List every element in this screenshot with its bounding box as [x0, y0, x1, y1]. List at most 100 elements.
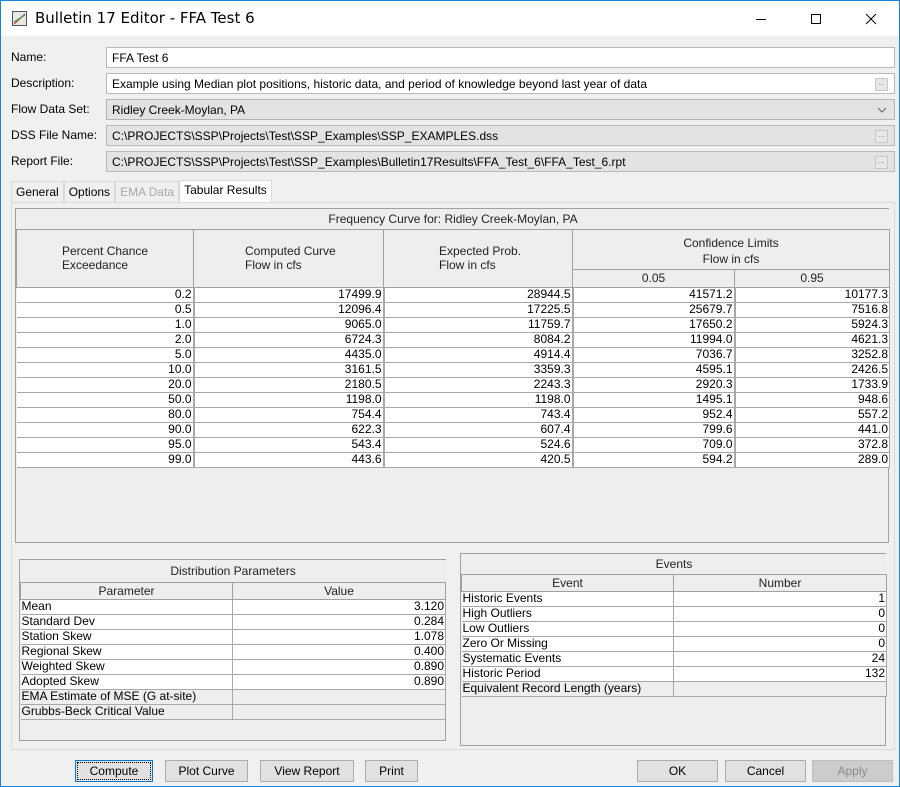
cell-cl-0-95[interactable]: 10177.3	[734, 287, 891, 303]
cell-cl-0-95[interactable]: 3252.8	[734, 347, 891, 363]
view-report-button[interactable]: View Report	[260, 760, 354, 782]
parameter-row-value[interactable]: 3.120	[232, 599, 447, 615]
cell-cl-0-95[interactable]: 372.8	[734, 437, 891, 453]
parameter-row-value[interactable]: 0.890	[232, 659, 447, 675]
cell-cl-0-05[interactable]: 799.6	[572, 422, 736, 438]
cell-pce[interactable]: 0.2	[16, 287, 195, 303]
event-row-value[interactable]: 24	[673, 651, 887, 667]
cell-computed-flow[interactable]: 6724.3	[193, 332, 385, 348]
cell-computed-flow[interactable]: 1198.0	[193, 392, 385, 408]
frequency-table-row[interactable]: 20.0 2180.5 2243.3 2920.3 1733.9	[16, 377, 891, 393]
parameter-row-value[interactable]: 0.400	[232, 644, 447, 660]
cancel-button[interactable]: Cancel	[725, 760, 806, 782]
frequency-table-row[interactable]: 80.0 754.4 743.4 952.4 557.2	[16, 407, 891, 423]
parameter-row[interactable]: Standard Dev 0.284	[20, 614, 447, 630]
cell-cl-0-95[interactable]: 1733.9	[734, 377, 891, 393]
cell-pce[interactable]: 95.0	[16, 437, 195, 453]
report-file-input[interactable]: C:\PROJECTS\SSP\Projects\Test\SSP_Exampl…	[106, 151, 895, 172]
header-value[interactable]: Value	[231, 581, 447, 600]
event-row-value[interactable]: 0	[673, 606, 887, 622]
event-row-value[interactable]: 0	[673, 621, 887, 637]
description-input[interactable]: Example using Median plot positions, his…	[106, 73, 895, 94]
cell-expected-flow[interactable]: 2243.3	[383, 377, 574, 393]
event-row-value[interactable]: 132	[673, 666, 887, 682]
plot-curve-button[interactable]: Plot Curve	[165, 760, 248, 782]
event-row-value[interactable]	[673, 681, 887, 697]
frequency-table-row[interactable]: 1.0 9065.0 11759.7 17650.2 5924.3	[16, 317, 891, 333]
cell-cl-0-95[interactable]: 2426.5	[734, 362, 891, 378]
cell-cl-0-05[interactable]: 7036.7	[572, 347, 736, 363]
cell-pce[interactable]: 80.0	[16, 407, 195, 423]
frequency-table-row[interactable]: 50.0 1198.0 1198.0 1495.1 948.6	[16, 392, 891, 408]
cell-pce[interactable]: 99.0	[16, 452, 195, 468]
parameter-row[interactable]: Weighted Skew 0.890	[20, 659, 447, 675]
header-parameter[interactable]: Parameter	[20, 581, 233, 600]
print-button[interactable]: Print	[365, 760, 418, 782]
event-row[interactable]: Low Outliers 0	[461, 621, 887, 637]
parameter-row[interactable]: Mean 3.120	[20, 599, 447, 615]
cell-pce[interactable]: 90.0	[16, 422, 195, 438]
frequency-table-row[interactable]: 2.0 6724.3 8084.2 11994.0 4621.3	[16, 332, 891, 348]
event-row[interactable]: Systematic Events 24	[461, 651, 887, 667]
parameter-row[interactable]: Regional Skew 0.400	[20, 644, 447, 660]
description-browse-button[interactable]: ...	[875, 78, 888, 91]
cell-pce[interactable]: 10.0	[16, 362, 195, 378]
cell-computed-flow[interactable]: 3161.5	[193, 362, 385, 378]
event-row[interactable]: Historic Events 1	[461, 591, 887, 607]
event-row-value[interactable]: 1	[673, 591, 887, 607]
cell-pce[interactable]: 1.0	[16, 317, 195, 333]
cell-computed-flow[interactable]: 754.4	[193, 407, 385, 423]
header-cl-0-05[interactable]: 0.05	[572, 269, 735, 288]
cell-computed-flow[interactable]: 543.4	[193, 437, 385, 453]
parameter-row[interactable]: Grubbs-Beck Critical Value	[20, 704, 447, 720]
minimize-button[interactable]	[738, 1, 784, 36]
frequency-table-row[interactable]: 90.0 622.3 607.4 799.6 441.0	[16, 422, 891, 438]
cell-pce[interactable]: 0.5	[16, 302, 195, 318]
ok-button[interactable]: OK	[637, 760, 718, 782]
cell-cl-0-05[interactable]: 594.2	[572, 452, 736, 468]
cell-computed-flow[interactable]: 9065.0	[193, 317, 385, 333]
tab-options[interactable]: Options	[63, 181, 116, 203]
cell-computed-flow[interactable]: 4435.0	[193, 347, 385, 363]
cell-cl-0-05[interactable]: 709.0	[572, 437, 736, 453]
cell-cl-0-05[interactable]: 11994.0	[572, 332, 736, 348]
cell-cl-0-95[interactable]: 557.2	[734, 407, 891, 423]
cell-expected-flow[interactable]: 420.5	[383, 452, 574, 468]
cell-expected-flow[interactable]: 8084.2	[383, 332, 574, 348]
cell-computed-flow[interactable]: 443.6	[193, 452, 385, 468]
cell-expected-flow[interactable]: 28944.5	[383, 287, 574, 303]
event-row-value[interactable]: 0	[673, 636, 887, 652]
cell-expected-flow[interactable]: 607.4	[383, 422, 574, 438]
cell-expected-flow[interactable]: 17225.5	[383, 302, 574, 318]
cell-cl-0-95[interactable]: 5924.3	[734, 317, 891, 333]
event-row[interactable]: High Outliers 0	[461, 606, 887, 622]
parameter-row-value[interactable]: 0.890	[232, 674, 447, 690]
frequency-table-row[interactable]: 0.2 17499.9 28944.5 41571.2 10177.3	[16, 287, 891, 303]
close-button[interactable]	[848, 1, 894, 36]
report-file-browse-button[interactable]: ...	[875, 156, 888, 169]
cell-cl-0-95[interactable]: 4621.3	[734, 332, 891, 348]
parameter-row-value[interactable]: 1.078	[232, 629, 447, 645]
parameter-row-value[interactable]: 0.284	[232, 614, 447, 630]
parameter-row[interactable]: Adopted Skew 0.890	[20, 674, 447, 690]
cell-cl-0-05[interactable]: 17650.2	[572, 317, 736, 333]
cell-cl-0-95[interactable]: 441.0	[734, 422, 891, 438]
parameter-row[interactable]: Station Skew 1.078	[20, 629, 447, 645]
header-number[interactable]: Number	[673, 573, 887, 592]
cell-computed-flow[interactable]: 17499.9	[193, 287, 385, 303]
dss-file-input[interactable]: C:\PROJECTS\SSP\Projects\Test\SSP_Exampl…	[106, 125, 895, 146]
cell-pce[interactable]: 2.0	[16, 332, 195, 348]
frequency-table-row[interactable]: 99.0 443.6 420.5 594.2 289.0	[16, 452, 891, 468]
cell-pce[interactable]: 50.0	[16, 392, 195, 408]
cell-cl-0-05[interactable]: 4595.1	[572, 362, 736, 378]
flow-data-set-select[interactable]: Ridley Creek-Moylan, PA	[106, 99, 895, 120]
name-input[interactable]: FFA Test 6	[106, 47, 895, 68]
cell-computed-flow[interactable]: 12096.4	[193, 302, 385, 318]
cell-cl-0-05[interactable]: 25679.7	[572, 302, 736, 318]
cell-cl-0-05[interactable]: 1495.1	[572, 392, 736, 408]
frequency-table-row[interactable]: 5.0 4435.0 4914.4 7036.7 3252.8	[16, 347, 891, 363]
frequency-table-row[interactable]: 10.0 3161.5 3359.3 4595.1 2426.5	[16, 362, 891, 378]
cell-expected-flow[interactable]: 743.4	[383, 407, 574, 423]
cell-computed-flow[interactable]: 622.3	[193, 422, 385, 438]
cell-expected-flow[interactable]: 3359.3	[383, 362, 574, 378]
